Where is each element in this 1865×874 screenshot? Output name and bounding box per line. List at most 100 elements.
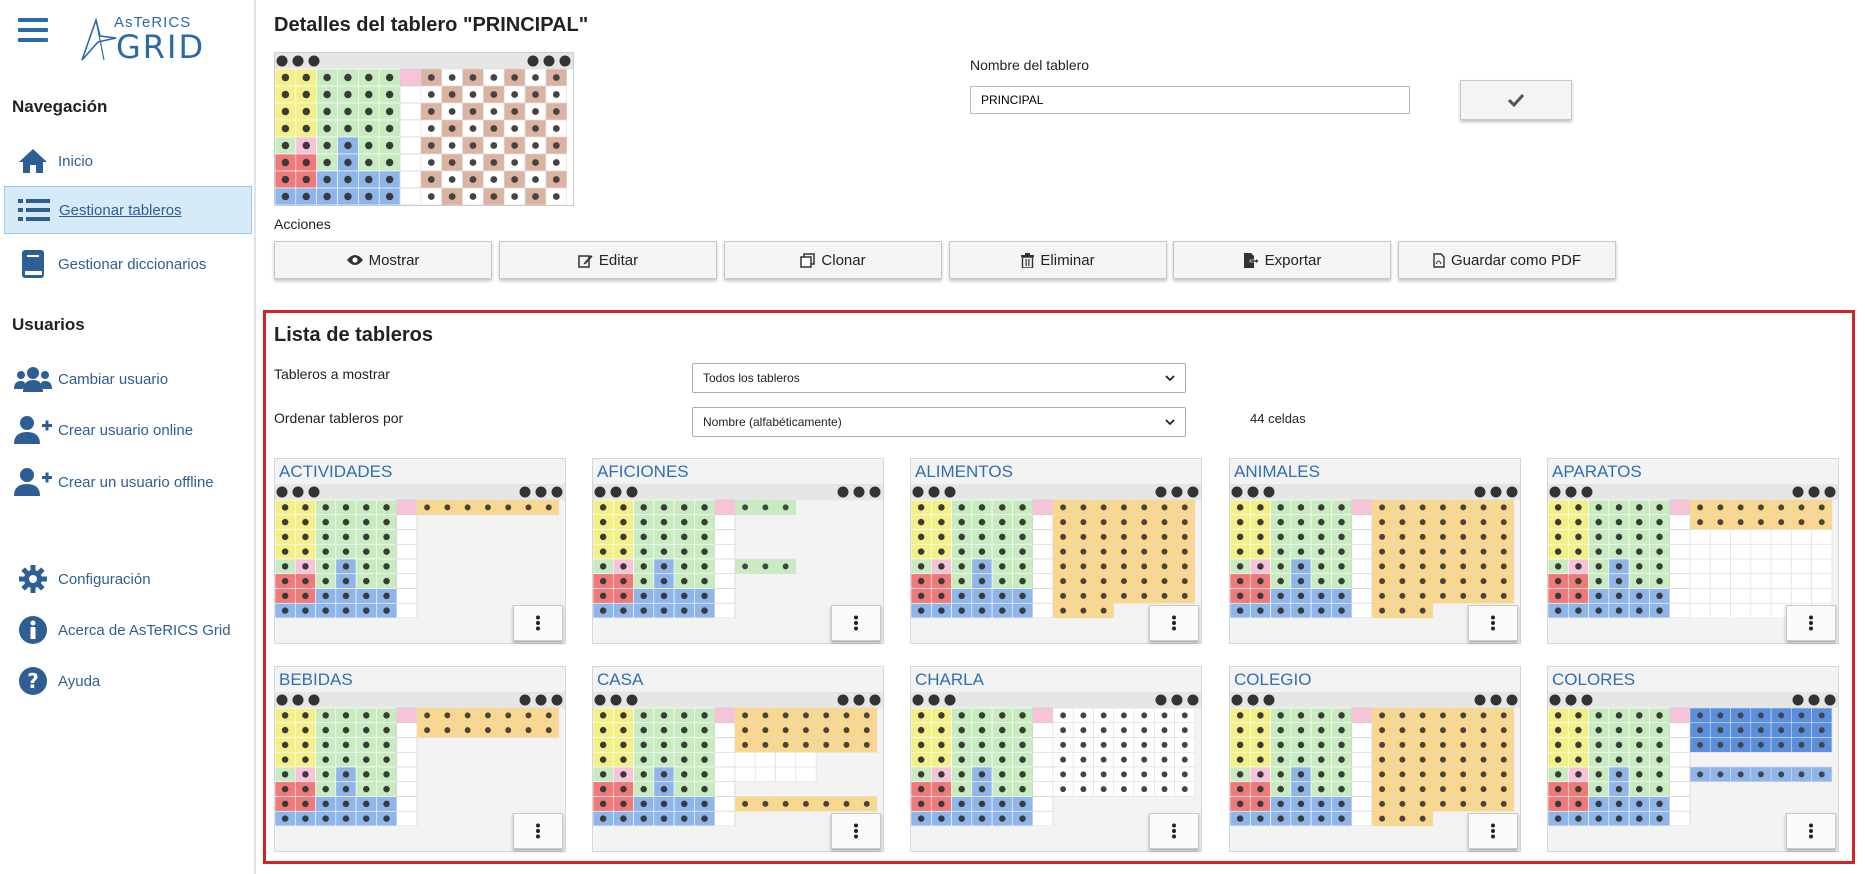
check-icon [1508,93,1524,107]
sidebar-item-acerca-de[interactable]: Acerca de AsTeRICS Grid [4,606,252,654]
logo-text-bottom: GRID [116,28,206,66]
board-card-aficiones[interactable]: AFICIONES [592,458,884,644]
board-card-charla[interactable]: CHARLA [910,666,1202,852]
more-vertical-icon [1809,823,1813,839]
board-menu-button[interactable] [831,605,881,641]
board-thumbnail [274,52,574,206]
sidebar-item-label: Crear un usuario offline [58,473,214,491]
board-preview-principal [274,52,574,206]
user-plus-icon [14,467,52,497]
hamburger-menu-icon[interactable] [18,18,48,46]
delete-button-label: Eliminar [1040,251,1095,269]
list-icon [15,195,53,225]
clone-button[interactable]: Clonar [724,241,942,279]
board-card-title: ANIMALES [1234,462,1320,481]
sidebar-item-configuracion[interactable]: Configuración [4,555,252,603]
sort-label: Ordenar tableros por [274,410,404,426]
svg-text:?: ? [27,669,39,693]
show-button[interactable]: Mostrar [274,241,492,279]
board-thumbnail [275,692,565,826]
more-vertical-icon [854,615,858,631]
trash-icon [1021,252,1035,268]
edit-button[interactable]: Editar [499,241,717,279]
more-vertical-icon [1491,615,1495,631]
sidebar-item-crear-usuario-online[interactable]: Crear usuario online [4,406,252,454]
sidebar-item-gestionar-diccionarios[interactable]: Gestionar diccionarios [4,240,252,288]
filter-select[interactable]: Todos los tableros [692,363,1186,393]
sidebar-item-label: Gestionar diccionarios [58,255,207,273]
book-icon [14,249,52,279]
board-card-aparatos[interactable]: APARATOS [1547,458,1839,644]
board-thumbnail [593,484,883,618]
board-thumbnail [1548,484,1838,618]
board-card-colegio[interactable]: COLEGIO [1229,666,1521,852]
actions-label: Acciones [274,216,331,232]
sidebar-item-label: Configuración [58,570,151,588]
board-card-bebidas[interactable]: BEBIDAS [274,666,566,852]
question-icon: ? [14,666,52,696]
filter-label: Tableros a mostrar [274,366,390,382]
more-vertical-icon [1172,823,1176,839]
more-vertical-icon [536,615,540,631]
board-menu-button[interactable] [1149,605,1199,641]
board-menu-button[interactable] [513,605,563,641]
export-button[interactable]: Exportar [1173,241,1391,279]
board-name-input[interactable] [970,86,1410,114]
board-thumbnail [1548,692,1838,826]
board-thumbnail [1230,484,1520,618]
nav-heading: Navegación [12,97,108,116]
board-menu-button[interactable] [1786,813,1836,849]
users-heading: Usuarios [12,315,85,334]
home-icon [14,146,52,176]
delete-button[interactable]: Eliminar [949,241,1167,279]
save-pdf-button-label: Guardar como PDF [1450,251,1582,269]
sidebar-item-inicio[interactable]: Inicio [4,137,252,185]
board-menu-button[interactable] [1468,605,1518,641]
board-card-title: ACTIVIDADES [279,462,393,481]
show-button-label: Mostrar [368,251,420,269]
pdf-icon [1433,252,1445,268]
chevron-down-icon [1165,374,1175,381]
more-vertical-icon [1809,615,1813,631]
board-thumbnail [593,692,883,826]
clone-icon [800,252,816,268]
sidebar-item-label: Cambiar usuario [58,370,169,388]
board-card-colores[interactable]: COLORES [1547,666,1839,852]
board-menu-button[interactable] [1468,813,1518,849]
board-card-casa[interactable]: CASA [592,666,884,852]
sidebar-item-ayuda[interactable]: ? Ayuda [4,657,252,705]
edit-icon [578,254,593,268]
sidebar-item-crear-usuario-offline[interactable]: Crear un usuario offline [4,458,252,506]
board-thumbnail [911,484,1201,618]
edit-button-label: Editar [598,251,639,269]
user-plus-icon [14,415,52,445]
cell-count: 44 celdas [1250,411,1306,426]
details-title: Detalles del tablero "PRINCIPAL" [274,14,589,36]
sidebar-item-cambiar-usuario[interactable]: Cambiar usuario [4,355,252,403]
filter-select-value: Todos los tableros [703,371,800,385]
clone-button-label: Clonar [821,251,866,269]
users-icon [14,364,52,394]
gear-icon [14,564,52,594]
board-card-title: APARATOS [1552,462,1642,481]
board-menu-button[interactable] [1786,605,1836,641]
board-card-alimentos[interactable]: ALIMENTOS [910,458,1202,644]
save-name-button[interactable] [1460,80,1572,120]
board-list-title: Lista de tableros [274,324,433,346]
app-logo: AsTeRICS GRID [78,12,203,66]
board-card-title: AFICIONES [597,462,689,481]
board-card-actividades[interactable]: ACTIVIDADES [274,458,566,644]
sidebar: AsTeRICS GRID Navegación Inicio Gestiona… [0,0,256,874]
board-card-title: ALIMENTOS [915,462,1013,481]
save-pdf-button[interactable]: Guardar como PDF [1398,241,1616,279]
board-card-title: COLEGIO [1234,670,1312,689]
logo-star-icon [81,17,117,61]
board-menu-button[interactable] [513,813,563,849]
board-card-animales[interactable]: ANIMALES [1229,458,1521,644]
more-vertical-icon [1491,823,1495,839]
sort-select[interactable]: Nombre (alfabéticamente) [692,407,1186,437]
board-menu-button[interactable] [831,813,881,849]
sidebar-item-gestionar-tableros[interactable]: Gestionar tableros [4,186,252,234]
board-menu-button[interactable] [1149,813,1199,849]
chevron-down-icon [1165,418,1175,425]
